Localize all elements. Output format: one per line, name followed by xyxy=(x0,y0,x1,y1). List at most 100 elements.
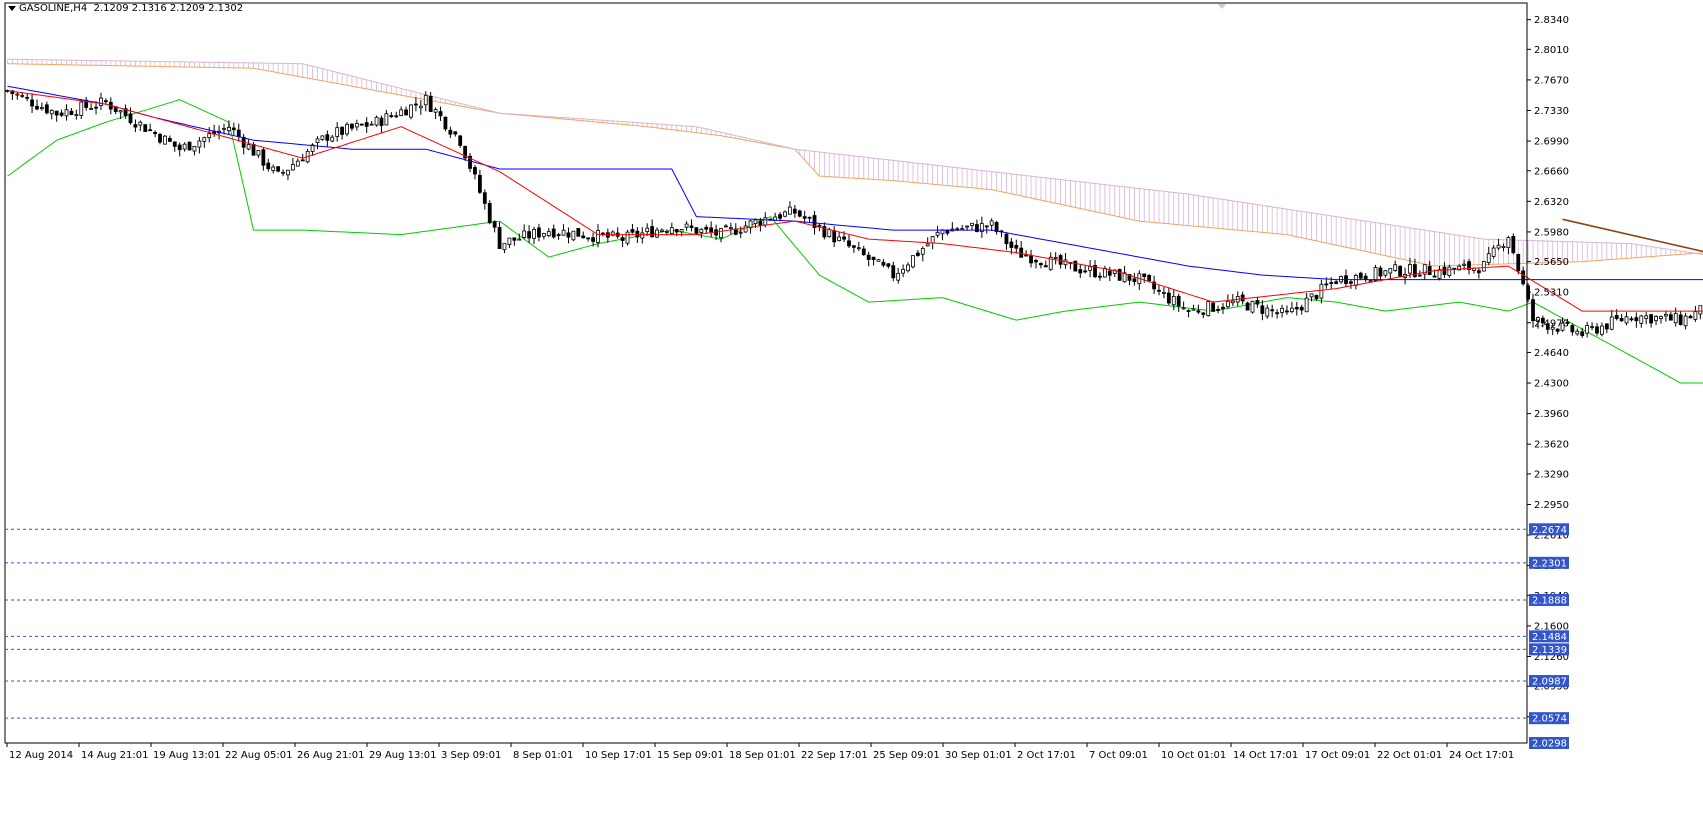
candle-body xyxy=(971,223,974,225)
candle-body xyxy=(1103,268,1106,277)
candle-body xyxy=(1271,310,1274,311)
candle-body xyxy=(1143,274,1146,277)
candle-body xyxy=(1207,302,1210,316)
candle-body xyxy=(1512,236,1515,252)
candle-body xyxy=(1217,309,1220,310)
ohlc-values: 2.1209 2.1316 2.1209 2.1302 xyxy=(94,3,244,14)
candle-body xyxy=(247,144,250,149)
candle-body xyxy=(232,128,235,130)
candle-body xyxy=(818,225,821,226)
candle-body xyxy=(1281,308,1284,312)
candle-body xyxy=(577,228,580,236)
candle-body xyxy=(946,231,949,233)
candle-body xyxy=(788,207,791,214)
x-tick-label: 24 Oct 17:01 xyxy=(1449,750,1514,761)
candle-body xyxy=(454,132,457,134)
candle-body xyxy=(921,248,924,254)
candle-body xyxy=(321,136,324,139)
candle-body xyxy=(872,257,875,259)
candle-body xyxy=(1463,264,1466,265)
candle-body xyxy=(523,231,526,238)
candle-body xyxy=(1517,254,1520,270)
level-price-label: 2.0574 xyxy=(1532,714,1567,725)
candle-body xyxy=(1349,282,1352,284)
candle-body xyxy=(237,130,240,137)
candle-body xyxy=(675,229,678,231)
candle-body xyxy=(833,231,836,242)
candle-body xyxy=(793,209,796,213)
candle-body xyxy=(596,230,599,242)
candle-body xyxy=(1300,307,1303,310)
candle-body xyxy=(1522,271,1525,284)
candle-body xyxy=(493,222,496,227)
candle-body xyxy=(346,124,349,133)
candle-body xyxy=(907,265,910,271)
candle-body xyxy=(104,101,107,102)
candle-body xyxy=(55,111,58,115)
y-tick-label: 2.3960 xyxy=(1534,409,1569,420)
x-tick-label: 29 Aug 13:01 xyxy=(369,750,436,761)
candle-body xyxy=(419,106,422,108)
candle-body xyxy=(267,163,270,169)
candle-body xyxy=(621,238,624,241)
candle-body xyxy=(528,232,531,238)
candle-body xyxy=(665,231,668,232)
candle-body xyxy=(1433,276,1436,277)
collapse-arrow-icon[interactable] xyxy=(8,6,16,11)
candle-body xyxy=(626,232,629,243)
candle-body xyxy=(341,127,344,134)
candle-body xyxy=(1369,281,1372,282)
candle-body xyxy=(513,238,516,240)
candle-body xyxy=(936,232,939,235)
candle-body xyxy=(1256,300,1259,304)
candle-body xyxy=(222,128,225,129)
trend-line-resistance xyxy=(1563,219,1703,719)
candle-body xyxy=(685,224,688,227)
candle-body xyxy=(227,127,230,130)
candle-body xyxy=(1059,256,1062,265)
candle-body xyxy=(660,230,663,231)
candle-body xyxy=(995,222,998,231)
y-tick-label: 2.5980 xyxy=(1534,227,1569,238)
candle-body xyxy=(1394,265,1397,271)
candle-body xyxy=(1699,306,1702,314)
candle-body xyxy=(651,227,654,237)
chart-svg[interactable]: 2.83402.80102.76702.73302.69902.66602.63… xyxy=(0,0,1703,833)
candle-body xyxy=(567,233,570,237)
y-tick-label: 2.5650 xyxy=(1534,257,1569,268)
level-price-label: 2.1888 xyxy=(1532,595,1567,606)
candle-body xyxy=(316,139,319,143)
candle-body xyxy=(35,106,38,109)
candle-body xyxy=(720,229,723,238)
candle-body xyxy=(911,256,914,267)
candle-body xyxy=(670,228,673,234)
candle-body xyxy=(1197,311,1200,312)
level-price-label: 2.0987 xyxy=(1532,677,1567,688)
candle-body xyxy=(695,228,698,234)
candle-body xyxy=(656,230,659,237)
candle-body xyxy=(385,114,388,125)
candle-body xyxy=(1039,263,1042,264)
candle-body xyxy=(1354,275,1357,285)
y-tick-label: 2.2950 xyxy=(1534,500,1569,511)
candle-body xyxy=(1025,255,1028,256)
candle-body xyxy=(16,94,19,95)
candle-body xyxy=(1285,311,1288,312)
candle-body xyxy=(40,107,43,108)
candle-body xyxy=(1477,271,1480,273)
candle-body xyxy=(1610,317,1613,329)
candle-body xyxy=(926,244,929,246)
candle-body xyxy=(1015,245,1018,248)
candle-body xyxy=(1389,269,1392,273)
candle-body xyxy=(808,217,811,218)
candle-body xyxy=(1261,306,1264,314)
candle-body xyxy=(257,151,260,156)
candle-body xyxy=(1418,275,1421,276)
candle-body xyxy=(336,128,339,137)
candle-body xyxy=(1600,326,1603,334)
candle-body xyxy=(1187,311,1190,312)
candle-body xyxy=(1591,327,1594,328)
x-tick-label: 18 Sep 01:01 xyxy=(729,750,796,761)
candle-body xyxy=(744,226,747,232)
candle-body xyxy=(990,221,993,225)
